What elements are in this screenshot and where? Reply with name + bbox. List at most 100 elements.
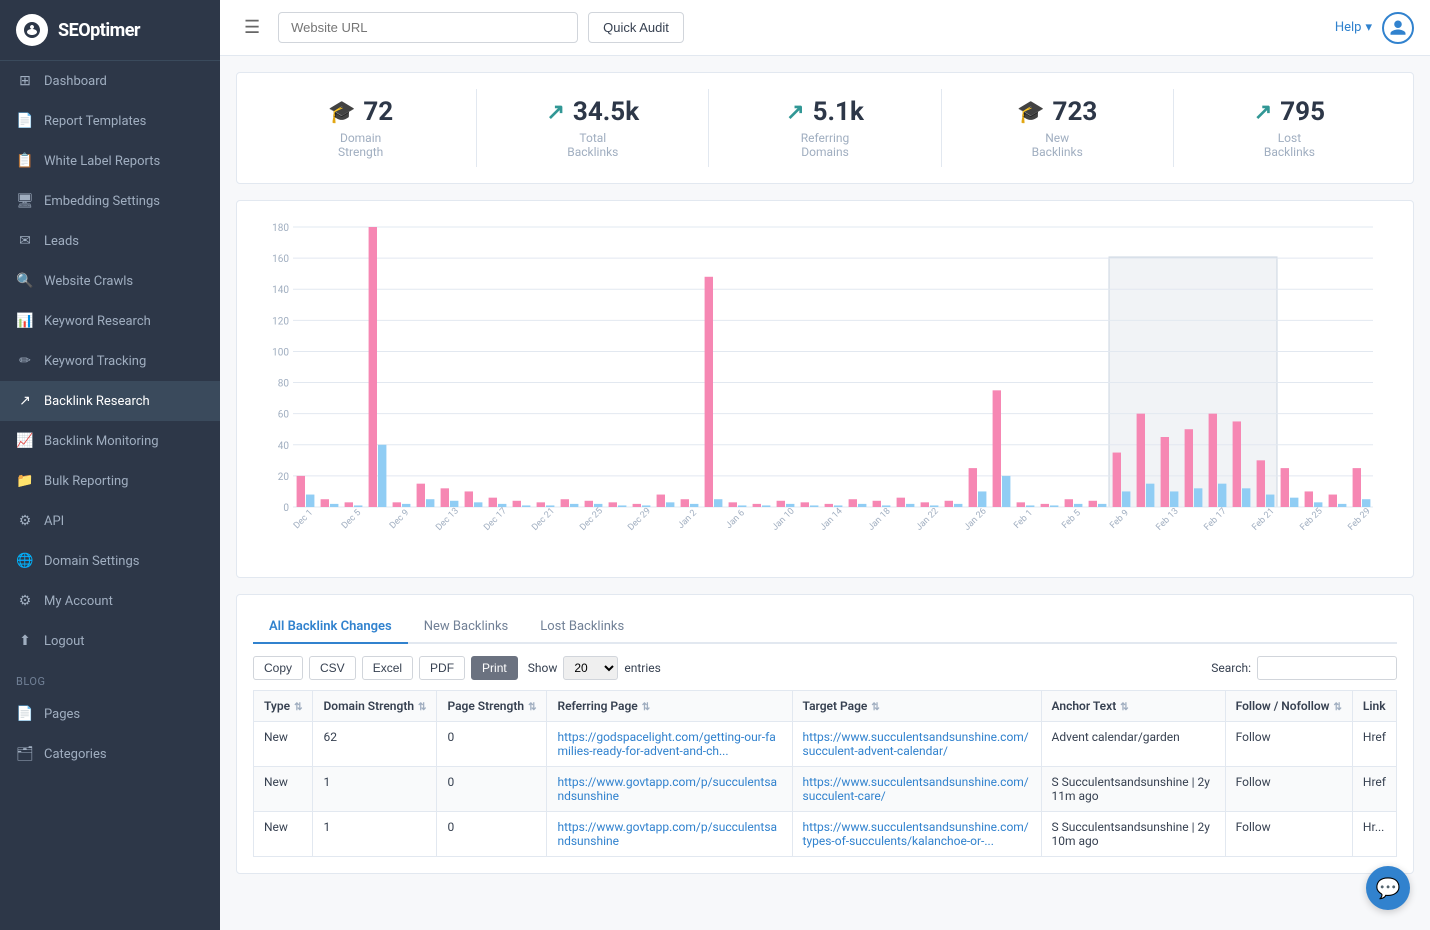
sidebar-item-pages[interactable]: 📄 Pages [0, 694, 220, 734]
sidebar-item-keyword-tracking[interactable]: ✏ Keyword Tracking [0, 341, 220, 381]
referring-page-link[interactable]: https://www.govtapp.com/p/succulentsands… [557, 820, 777, 848]
cell-domain-strength: 62 [313, 722, 437, 767]
svg-text:Jan 2: Jan 2 [676, 508, 699, 531]
sidebar-item-label: Leads [44, 234, 79, 249]
csv-button[interactable]: CSV [309, 656, 356, 680]
cell-target-page: https://www.succulentsandsunshine.com/su… [792, 767, 1041, 812]
target-page-link[interactable]: https://www.succulentsandsunshine.com/su… [803, 775, 1029, 803]
pdf-button[interactable]: PDF [419, 656, 465, 680]
sidebar-item-backlink-monitoring[interactable]: 📈 Backlink Monitoring [0, 421, 220, 461]
referring-page-link[interactable]: https://www.govtapp.com/p/succulentsands… [557, 775, 777, 803]
cell-link: Hr... [1352, 812, 1396, 857]
stat-lost-backlinks: ↗ 795 LostBacklinks [1174, 89, 1405, 167]
sidebar-item-logout[interactable]: ⬆ Logout [0, 621, 220, 661]
sidebar-item-my-account[interactable]: ⚙ My Account [0, 581, 220, 621]
referring-page-link[interactable]: https://godspacelight.com/getting-our-fa… [557, 730, 775, 758]
quick-audit-button[interactable]: Quick Audit [588, 12, 684, 43]
sidebar-item-categories[interactable]: 🗂 Categories [0, 734, 220, 774]
col-page-strength: Page Strength⇅ [437, 691, 547, 722]
svg-text:Feb 29: Feb 29 [1346, 506, 1372, 532]
chat-bubble-button[interactable]: 💬 [1366, 866, 1410, 910]
sidebar-item-report-templates[interactable]: 📄 Report Templates [0, 101, 220, 141]
total-backlinks-label: TotalBacklinks [493, 131, 692, 159]
svg-text:20: 20 [278, 472, 290, 483]
logo-text: SEOptimer [58, 20, 140, 41]
svg-text:Jan 26: Jan 26 [962, 506, 988, 532]
chart-svg-wrap: 020406080100120140160180Dec 1Dec 5Dec 9D… [253, 217, 1397, 561]
sidebar-item-website-crawls[interactable]: 🔍 Website Crawls [0, 261, 220, 301]
cell-page-strength: 0 [437, 812, 547, 857]
lost-backlinks-icon: ↗ [1254, 100, 1272, 125]
cell-page-strength: 0 [437, 722, 547, 767]
white-label-icon: 📋 [16, 152, 34, 170]
total-backlinks-value: 34.5k [573, 97, 639, 127]
url-input[interactable] [278, 12, 578, 43]
pages-icon: 📄 [16, 705, 34, 723]
my-account-icon: ⚙ [16, 592, 34, 610]
tab-new-backlinks[interactable]: New Backlinks [408, 611, 525, 644]
sidebar-item-label: Pages [44, 707, 80, 722]
sidebar-item-label: Domain Settings [44, 554, 139, 569]
excel-button[interactable]: Excel [362, 656, 413, 680]
sidebar-item-label: Backlink Monitoring [44, 434, 159, 449]
sort-icon-ps: ⇅ [528, 702, 536, 713]
blog-section-label: Blog [0, 661, 220, 694]
help-button[interactable]: Help ▾ [1335, 20, 1372, 35]
print-button[interactable]: Print [471, 656, 518, 680]
search-wrap: Search: [1211, 656, 1397, 680]
tab-lost-backlinks[interactable]: Lost Backlinks [524, 611, 640, 644]
cell-domain-strength: 1 [313, 812, 437, 857]
crawls-icon: 🔍 [16, 272, 34, 290]
table-section: All Backlink Changes New Backlinks Lost … [236, 594, 1414, 874]
logout-icon: ⬆ [16, 632, 34, 650]
svg-text:0: 0 [283, 503, 289, 514]
cell-referring-page: https://www.govtapp.com/p/succulentsands… [547, 767, 792, 812]
svg-text:Feb 1: Feb 1 [1012, 508, 1035, 531]
svg-text:Jan 18: Jan 18 [866, 506, 892, 532]
cell-follow: Follow [1225, 767, 1352, 812]
svg-text:Feb 17: Feb 17 [1202, 506, 1228, 532]
col-anchor-text: Anchor Text⇅ [1041, 691, 1225, 722]
domain-settings-icon: 🌐 [16, 552, 34, 570]
sidebar-item-label: Logout [44, 634, 85, 649]
tabs-row: All Backlink Changes New Backlinks Lost … [253, 611, 1397, 644]
sort-icon-type: ⇅ [294, 702, 302, 713]
categories-icon: 🗂 [16, 745, 34, 763]
sidebar-item-label: Categories [44, 747, 107, 762]
col-link: Link [1352, 691, 1396, 722]
sort-icon-rp: ⇅ [642, 702, 650, 713]
domain-strength-label: DomainStrength [261, 131, 460, 159]
col-follow-nofollow: Follow / Nofollow⇅ [1225, 691, 1352, 722]
sidebar-item-keyword-research[interactable]: 📊 Keyword Research [0, 301, 220, 341]
cell-link: Href [1352, 722, 1396, 767]
svg-text:Jan 22: Jan 22 [914, 506, 940, 532]
sidebar-item-domain-settings[interactable]: 🌐 Domain Settings [0, 541, 220, 581]
cell-referring-page: https://godspacelight.com/getting-our-fa… [547, 722, 792, 767]
target-page-link[interactable]: https://www.succulentsandsunshine.com/ty… [803, 820, 1029, 848]
svg-text:Feb 9: Feb 9 [1108, 508, 1131, 531]
domain-strength-value: 72 [363, 97, 393, 127]
svg-text:180: 180 [272, 223, 289, 234]
cell-page-strength: 0 [437, 767, 547, 812]
sidebar-item-label: Embedding Settings [44, 194, 160, 209]
stat-total-backlinks: ↗ 34.5k TotalBacklinks [477, 89, 709, 167]
sidebar-item-leads[interactable]: ✉ Leads [0, 221, 220, 261]
content-area: 🎓 72 DomainStrength ↗ 34.5k TotalBacklin… [220, 56, 1430, 930]
copy-button[interactable]: Copy [253, 656, 303, 680]
svg-text:120: 120 [272, 316, 289, 327]
sidebar-item-api[interactable]: ⚙ API [0, 501, 220, 541]
target-page-link[interactable]: https://www.succulentsandsunshine.com/su… [803, 730, 1029, 758]
sidebar-item-white-label-reports[interactable]: 📋 White Label Reports [0, 141, 220, 181]
search-input[interactable] [1257, 656, 1397, 680]
sidebar-item-embedding-settings[interactable]: 🖥 Embedding Settings [0, 181, 220, 221]
sidebar-item-backlink-research[interactable]: ↗ Backlink Research [0, 381, 220, 421]
sidebar-item-dashboard[interactable]: ⊞ Dashboard [0, 61, 220, 101]
hamburger-button[interactable]: ☰ [236, 13, 268, 42]
user-avatar-button[interactable] [1382, 12, 1414, 44]
referring-domains-label: ReferringDomains [725, 131, 924, 159]
sidebar-item-bulk-reporting[interactable]: 📁 Bulk Reporting [0, 461, 220, 501]
tab-all-backlink-changes[interactable]: All Backlink Changes [253, 611, 408, 644]
cell-target-page: https://www.succulentsandsunshine.com/ty… [792, 812, 1041, 857]
svg-text:80: 80 [278, 379, 290, 390]
show-select[interactable]: 20 10 50 100 [563, 656, 618, 680]
